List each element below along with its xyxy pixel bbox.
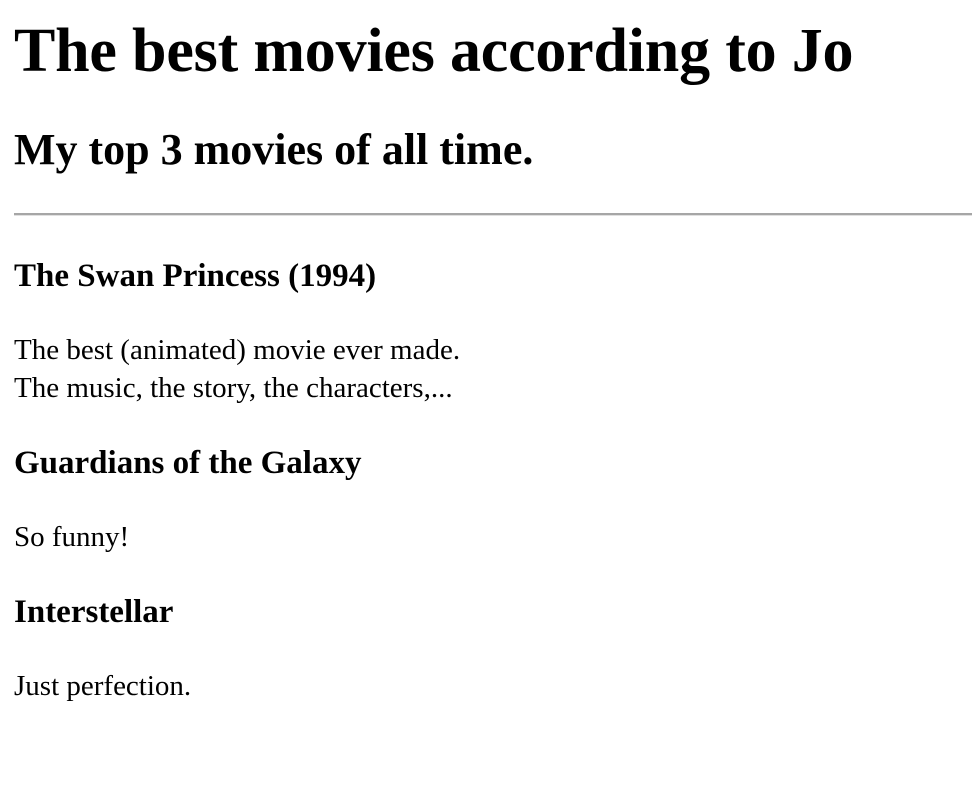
divider <box>14 213 972 216</box>
movie-title: Guardians of the Galaxy <box>14 445 362 481</box>
movie-description: So funny! <box>14 518 972 556</box>
movie-description-line: The music, the story, the characters,... <box>14 372 453 404</box>
page-content: The best movies according to Jo My top 3… <box>0 0 972 705</box>
movie-description: The best (animated) movie ever made. The… <box>14 331 972 407</box>
movie-description: Just perfection. <box>14 667 972 705</box>
movie-description-line: So funny! <box>14 521 130 553</box>
movie-description-line: The best (animated) movie ever made. <box>14 334 461 366</box>
movie-item: Guardians of the Galaxy So funny! <box>14 443 972 556</box>
movie-item: Interstellar Just perfection. <box>14 592 972 705</box>
page-subtitle: My top 3 movies of all time. <box>14 125 534 174</box>
movie-title: Interstellar <box>14 594 174 630</box>
movie-title: The Swan Princess (1994) <box>14 258 377 294</box>
movie-description-line: Just perfection. <box>14 670 192 702</box>
page-title: The best movies according to Jo <box>14 17 854 85</box>
movie-item: The Swan Princess (1994) The best (anima… <box>14 256 972 407</box>
